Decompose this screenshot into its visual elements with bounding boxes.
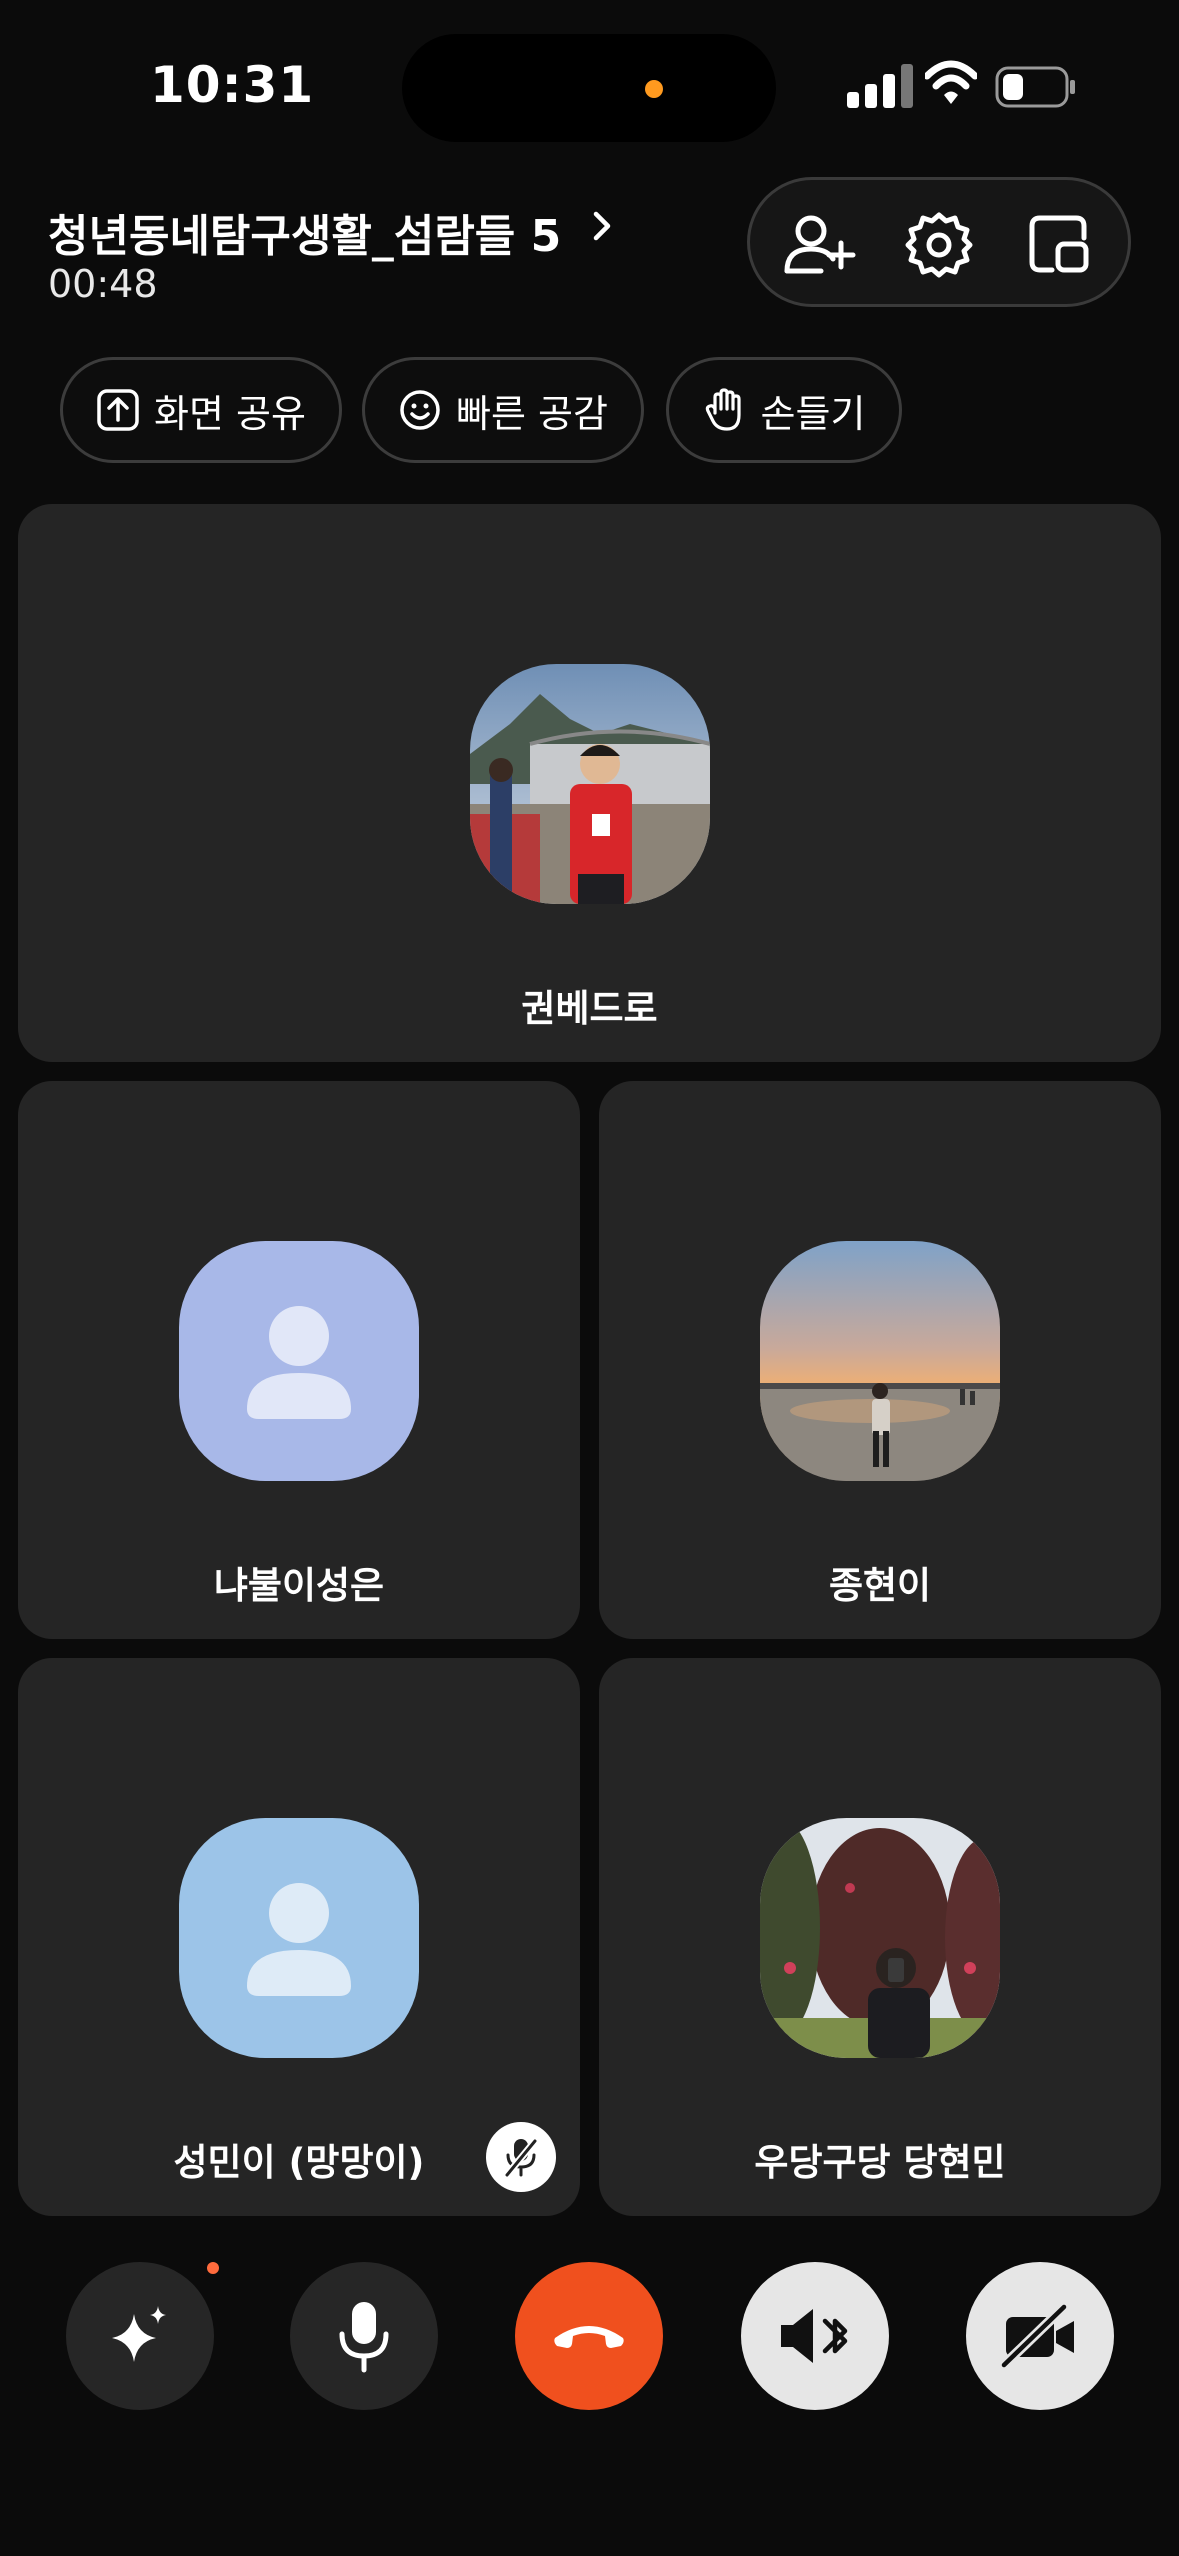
screen-share-button[interactable]: 화면 공유 bbox=[60, 357, 342, 463]
gear-icon bbox=[905, 212, 973, 278]
profile-photo-garden bbox=[760, 1818, 1000, 2058]
muted-badge bbox=[486, 2122, 556, 2192]
call-duration: 00:48 bbox=[48, 262, 158, 306]
sparkle-icon bbox=[112, 2306, 166, 2362]
raise-hand-button[interactable]: 손들기 bbox=[666, 357, 902, 463]
call-title[interactable]: 청년동네탐구생활_섬람들 5 bbox=[48, 200, 561, 264]
smile-icon bbox=[400, 390, 440, 430]
ai-effects-button[interactable] bbox=[66, 2262, 214, 2410]
mic-off-icon bbox=[504, 2138, 538, 2178]
notification-dot bbox=[207, 2262, 219, 2274]
participant-avatar bbox=[470, 664, 710, 904]
screen-share-label: 화면 공유 bbox=[154, 391, 306, 436]
participant-name: 냐불이성은 bbox=[213, 1564, 385, 1607]
participant-tile-1[interactable]: 권베드로 bbox=[18, 504, 1161, 1062]
default-person-icon bbox=[247, 1306, 351, 1419]
bluetooth-speaker-button[interactable] bbox=[741, 2262, 889, 2410]
microphone-button[interactable] bbox=[290, 2262, 438, 2410]
chevron-right-icon[interactable] bbox=[590, 206, 616, 246]
cellular-signal-icon bbox=[847, 64, 913, 108]
picture-in-picture-button[interactable] bbox=[1016, 202, 1102, 288]
video-off-icon bbox=[1000, 2303, 1074, 2369]
end-call-button[interactable] bbox=[515, 2262, 663, 2410]
profile-photo-sunset-beach bbox=[760, 1241, 1000, 1481]
camera-toggle-button[interactable] bbox=[966, 2262, 1114, 2410]
participant-avatar bbox=[760, 1241, 1000, 1481]
status-time: 10:31 bbox=[150, 56, 315, 114]
share-screen-icon bbox=[97, 389, 139, 431]
profile-photo-stadium bbox=[470, 664, 710, 904]
participant-avatar bbox=[179, 1818, 419, 2058]
participant-avatar bbox=[760, 1818, 1000, 2058]
pip-icon bbox=[1029, 215, 1089, 273]
participant-name: 권베드로 bbox=[521, 987, 658, 1030]
add-user-icon bbox=[784, 215, 856, 274]
quick-reaction-button[interactable]: 빠른 공감 bbox=[362, 357, 644, 463]
microphone-icon bbox=[339, 2302, 389, 2373]
speaker-bluetooth-icon bbox=[781, 2309, 848, 2363]
raise-hand-label: 손들기 bbox=[760, 391, 866, 436]
participant-tile-2[interactable]: 냐불이성은 bbox=[18, 1081, 580, 1639]
header-toolbar bbox=[747, 177, 1131, 307]
participant-tile-4[interactable]: 성민이 (망망이) bbox=[18, 1658, 580, 2216]
participant-tile-5[interactable]: 우당구당 당현민 bbox=[599, 1658, 1161, 2216]
hang-up-icon bbox=[554, 2326, 624, 2348]
participant-name: 우당구당 당현민 bbox=[754, 2141, 1006, 2184]
participant-name: 종현이 bbox=[828, 1564, 932, 1607]
battery-icon bbox=[995, 66, 1075, 108]
dynamic-island bbox=[402, 34, 776, 142]
hand-icon bbox=[705, 388, 741, 431]
quick-reaction-label: 빠른 공감 bbox=[456, 391, 608, 436]
default-person-icon bbox=[247, 1883, 351, 1996]
participant-tile-3[interactable]: 종현이 bbox=[599, 1081, 1161, 1639]
participant-avatar bbox=[179, 1241, 419, 1481]
add-participant-button[interactable] bbox=[776, 202, 862, 288]
settings-button[interactable] bbox=[896, 202, 982, 288]
wifi-icon bbox=[925, 60, 977, 104]
recording-indicator bbox=[645, 80, 663, 98]
